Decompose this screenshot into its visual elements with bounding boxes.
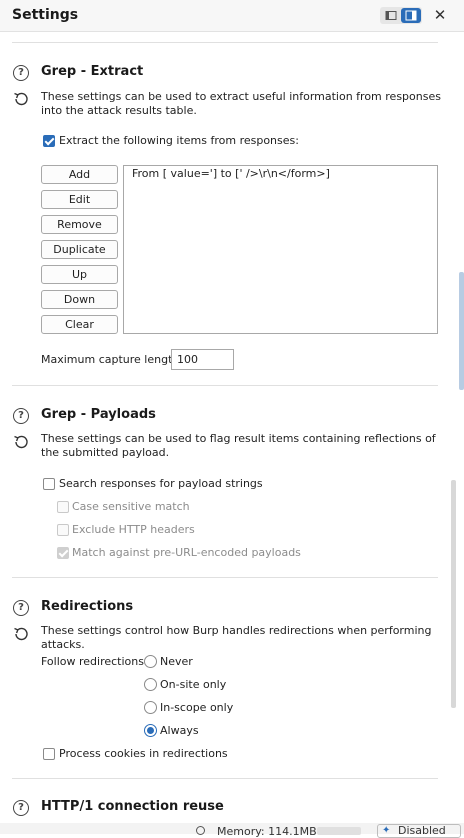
extract-items-list[interactable]: From [ value='] to [' />\r\n</form>] xyxy=(123,165,438,334)
case-sensitive-label: Case sensitive match xyxy=(72,500,190,513)
search-payload-label: Search responses for payload strings xyxy=(59,477,263,490)
divider xyxy=(12,42,438,43)
help-icon[interactable]: ? xyxy=(13,408,29,424)
add-button[interactable]: Add xyxy=(41,165,118,184)
radio-always-label: Always xyxy=(160,724,199,737)
help-icon[interactable]: ? xyxy=(13,800,29,816)
reset-icon[interactable] xyxy=(12,625,30,643)
scrollbar-thumb[interactable] xyxy=(451,480,456,708)
match-pre-encoded-checkbox[interactable] xyxy=(57,547,69,559)
divider xyxy=(12,778,438,779)
up-button[interactable]: Up xyxy=(41,265,118,284)
layout-panel-icon[interactable] xyxy=(401,8,421,23)
divider xyxy=(12,385,438,386)
radio-never[interactable] xyxy=(144,655,157,668)
search-payload-checkbox[interactable] xyxy=(43,478,55,490)
follow-redirections-label: Follow redirections: xyxy=(41,655,148,668)
help-icon[interactable]: ? xyxy=(13,65,29,81)
settings-header: Settings ✕ xyxy=(0,0,464,32)
ai-disabled-button[interactable]: Disabled xyxy=(377,824,461,838)
section-title-http1: HTTP/1 connection reuse xyxy=(41,799,224,814)
section-title-grep-payloads: Grep - Payloads xyxy=(41,407,156,422)
down-button[interactable]: Down xyxy=(41,290,118,309)
close-icon[interactable]: ✕ xyxy=(431,6,449,24)
divider xyxy=(12,577,438,578)
radio-in-scope-label: In-scope only xyxy=(160,701,234,714)
remove-button[interactable]: Remove xyxy=(41,215,118,234)
section-description: These settings control how Burp handles … xyxy=(41,624,432,651)
match-pre-encoded-label: Match against pre-URL-encoded payloads xyxy=(72,546,301,559)
radio-in-scope[interactable] xyxy=(144,701,157,714)
exclude-headers-label: Exclude HTTP headers xyxy=(72,523,195,536)
max-capture-label: Maximum capture length: xyxy=(41,353,184,366)
status-bar: Memory: 114.1MB ✦ Disabled xyxy=(0,823,464,838)
edit-button[interactable]: Edit xyxy=(41,190,118,209)
exclude-headers-checkbox[interactable] xyxy=(57,524,69,536)
radio-on-site-label: On-site only xyxy=(160,678,227,691)
layout-split-icon[interactable] xyxy=(382,9,400,22)
scrollbar-track[interactable] xyxy=(452,32,464,834)
section-title-grep-extract: Grep - Extract xyxy=(41,64,144,79)
clear-button[interactable]: Clear xyxy=(41,315,118,334)
layout-toggle[interactable] xyxy=(380,7,422,24)
list-item[interactable]: From [ value='] to [' />\r\n</form>] xyxy=(132,167,330,180)
radio-always[interactable] xyxy=(144,724,157,737)
page-title: Settings xyxy=(12,7,79,23)
case-sensitive-checkbox[interactable] xyxy=(57,501,69,513)
extract-items-checkbox[interactable] xyxy=(43,135,55,147)
duplicate-button[interactable]: Duplicate xyxy=(41,240,118,259)
section-title-redirections: Redirections xyxy=(41,599,134,614)
process-cookies-checkbox[interactable] xyxy=(43,748,55,760)
reset-icon[interactable] xyxy=(12,433,30,451)
section-description: These settings can be used to flag resul… xyxy=(41,432,436,459)
radio-on-site[interactable] xyxy=(144,678,157,691)
section-description: These settings can be used to extract us… xyxy=(41,90,441,117)
scrollbar-thumb[interactable] xyxy=(459,272,464,390)
help-icon[interactable]: ? xyxy=(13,600,29,616)
settings-content: ? Grep - Extract These settings can be u… xyxy=(0,32,452,834)
memory-readout: Memory: 114.1MB xyxy=(217,825,317,838)
extract-items-label: Extract the following items from respons… xyxy=(59,134,299,147)
max-capture-input[interactable]: 100 xyxy=(171,349,234,370)
radio-never-label: Never xyxy=(160,655,193,668)
process-cookies-label: Process cookies in redirections xyxy=(59,747,228,760)
reset-icon[interactable] xyxy=(12,90,30,108)
